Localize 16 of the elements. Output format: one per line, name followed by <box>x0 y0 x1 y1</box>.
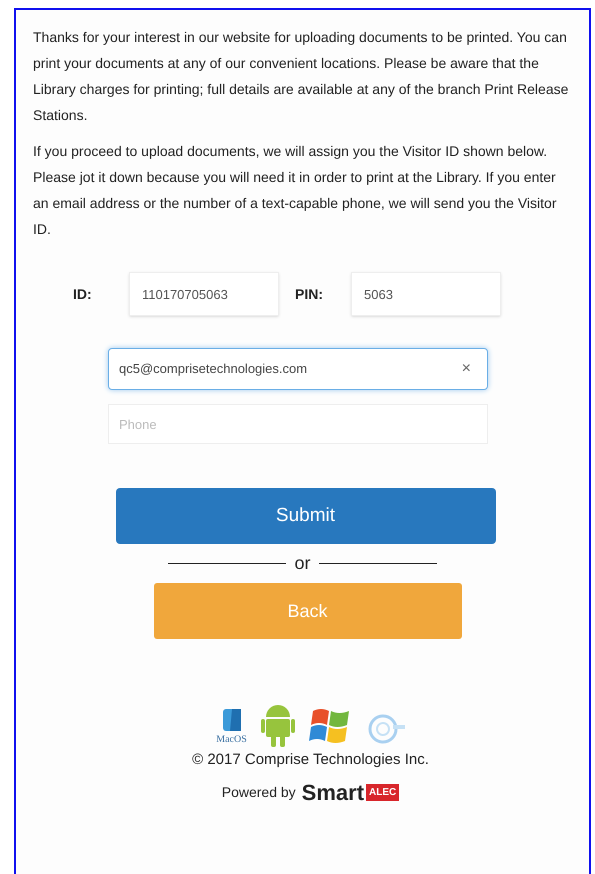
intro-paragraph: If you proceed to upload documents, we will assign you the Visitor ID shown below. Please jot it down because you will need it in order to print at the Library. If you enter an email address or the number of a text-capable phone, we will send you the Visitor ID. <box>33 142 558 239</box>
field-label: ID: <box>73 284 93 304</box>
brand-badge: ALEC <box>366 784 400 801</box>
submit-button[interactable]: Submit <box>116 488 496 544</box>
intro-paragraph: Thanks for your interest in our website for uploading documents to be printed. You can print your documents at any of our convenient locations. Please be aware that the Library charges for printing; full details are available at any of the branch Print Release Stations. <box>33 28 570 125</box>
clear-button[interactable]: × <box>456 357 477 381</box>
platform-label: MacOS <box>216 733 247 747</box>
powered-by-text: Powered by <box>222 783 296 802</box>
field-label: PIN: <box>295 284 324 304</box>
phone-field[interactable]: Phone <box>108 404 488 444</box>
email-field[interactable]: qc5@comprisetechnologies.com × <box>108 348 488 390</box>
or-separator: or <box>294 552 310 575</box>
brand-logo-text: Smart <box>302 782 364 804</box>
copyright-text: © 2017 Comprise Technologies Inc. <box>192 750 429 770</box>
credential-field[interactable]: 110170705063 <box>129 272 279 316</box>
credential-field[interactable]: 5063 <box>351 272 501 316</box>
